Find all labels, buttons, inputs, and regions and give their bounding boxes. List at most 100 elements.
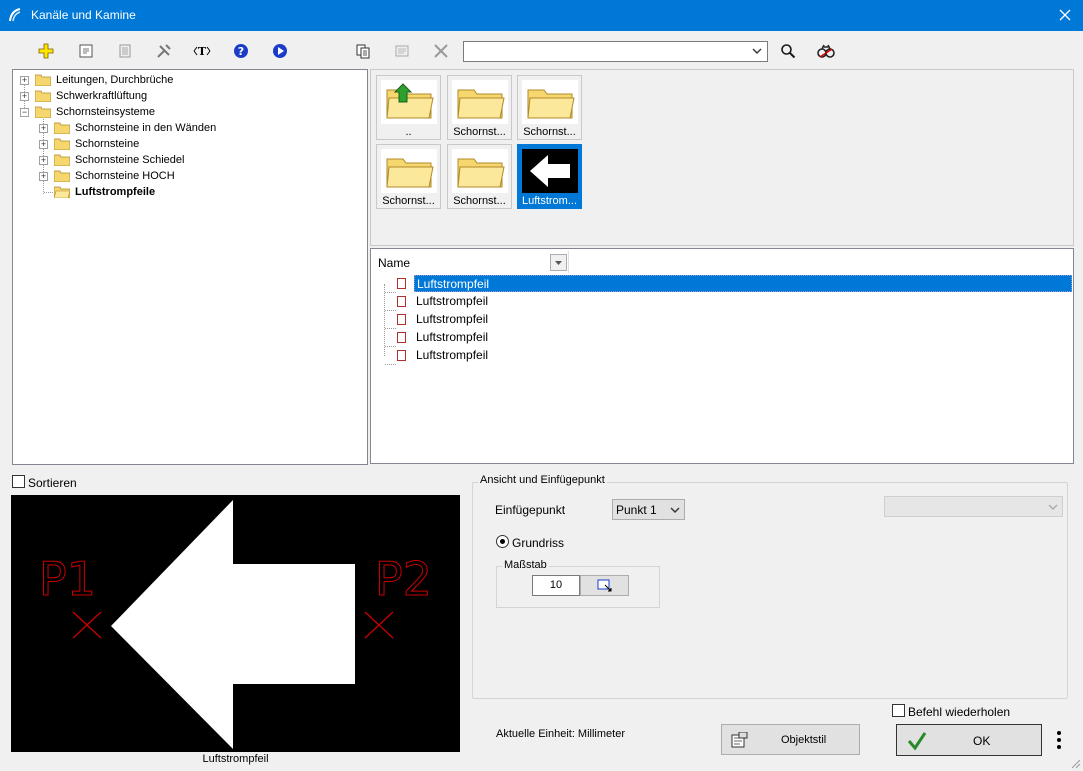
sort-label: Sortieren <box>28 476 77 490</box>
copy-icon <box>356 44 370 59</box>
preview-caption: Luftstrompfeil <box>202 753 269 765</box>
thumbnail <box>452 149 508 193</box>
list-item[interactable]: Luftstrompfeil <box>414 347 488 364</box>
p2-label: P2 <box>375 552 432 606</box>
expand-toggle[interactable]: + <box>39 124 48 133</box>
properties-button[interactable] <box>75 40 97 62</box>
expand-toggle[interactable]: + <box>39 156 48 165</box>
collapse-toggle[interactable]: − <box>20 108 29 117</box>
marker-p2 <box>364 611 394 639</box>
folder-open-icon <box>35 106 51 118</box>
folder-icon <box>54 122 70 134</box>
svg-text:T: T <box>198 45 207 58</box>
folder-up-icon <box>386 83 434 119</box>
more-options-button[interactable] <box>1048 725 1070 755</box>
unit-text: Aktuelle Einheit: Millimeter <box>496 728 625 740</box>
text-icon: T <box>193 45 211 58</box>
tile-folder[interactable]: Schornst... <box>447 144 512 209</box>
item-icon <box>397 278 406 289</box>
list-item[interactable]: Luftstrompfeil <box>414 329 488 346</box>
copy-button[interactable] <box>352 40 374 62</box>
view-group-title: Ansicht und Einfügepunkt <box>478 474 607 486</box>
list-button[interactable] <box>114 40 136 62</box>
search-button[interactable] <box>777 40 799 62</box>
resize-grip-icon[interactable] <box>1069 757 1081 769</box>
thumbnail <box>522 80 578 124</box>
thumbnail <box>522 149 578 193</box>
folder-tree[interactable]: + Leitungen, Durchbrüche + Schwerkraftlü… <box>12 69 368 465</box>
delete-button[interactable] <box>430 40 452 62</box>
scale-pick-button[interactable] <box>580 575 629 596</box>
checkmark-icon <box>907 732 927 751</box>
object-style-label: Objektstil <box>781 734 827 746</box>
column-sort-button[interactable] <box>550 254 567 271</box>
tile-up[interactable]: .. <box>376 75 441 140</box>
item-icon <box>397 314 406 325</box>
chevron-down-icon <box>1048 504 1058 510</box>
find-button[interactable] <box>815 40 837 62</box>
tree-item-waenden[interactable]: Schornsteine in den Wänden <box>75 120 216 136</box>
tile-folder[interactable]: Schornst... <box>376 144 441 209</box>
close-icon <box>1059 9 1071 21</box>
folder-icon <box>35 74 51 86</box>
thumbnail <box>381 80 437 124</box>
ok-button[interactable]: OK <box>896 724 1042 756</box>
expand-toggle[interactable]: + <box>20 92 29 101</box>
scale-input[interactable]: 10 <box>532 575 580 596</box>
ground-radio[interactable] <box>496 535 509 548</box>
list-item[interactable]: Luftstrompfeil <box>414 311 488 328</box>
sort-checkbox[interactable] <box>12 475 25 488</box>
new-button[interactable] <box>35 40 57 62</box>
tile-label: Schornst... <box>453 126 506 138</box>
help-button[interactable]: ? <box>230 40 252 62</box>
tree-item-schiedel[interactable]: Schornsteine Schiedel <box>75 152 184 168</box>
object-style-icon <box>731 732 748 748</box>
tree-item-luftstrompfeile[interactable]: Luftstrompfeile <box>75 184 155 200</box>
thumbnail <box>452 80 508 124</box>
expand-toggle[interactable]: + <box>20 76 29 85</box>
insert-point-select[interactable]: Punkt 1 <box>612 499 685 520</box>
tile-folder[interactable]: Schornst... <box>447 75 512 140</box>
expand-toggle[interactable]: + <box>39 140 48 149</box>
tree-item-schornsteine[interactable]: Schornsteine <box>75 136 139 152</box>
text-button[interactable]: T <box>191 40 213 62</box>
tools-icon <box>157 44 171 58</box>
chevron-down-icon <box>555 261 562 265</box>
object-style-button[interactable]: Objektstil <box>721 724 860 755</box>
document-icon <box>119 44 131 58</box>
folder-icon <box>457 158 505 188</box>
secondary-select[interactable] <box>884 496 1063 517</box>
tree-item-schwerkraft[interactable]: Schwerkraftlüftung <box>56 88 147 104</box>
expand-toggle[interactable]: + <box>39 172 48 181</box>
search-combobox[interactable] <box>463 41 768 62</box>
tile-label: Luftstrom... <box>521 195 578 207</box>
edit-icon <box>395 45 409 57</box>
tree-item-schornsteinsysteme[interactable]: Schornsteinsysteme <box>56 104 155 120</box>
tree-item-leitungen[interactable]: Leitungen, Durchbrüche <box>56 72 173 88</box>
edit-button[interactable] <box>391 40 413 62</box>
tile-folder[interactable]: Schornst... <box>517 75 582 140</box>
close-button[interactable] <box>1050 3 1080 28</box>
list-item-selected[interactable]: Luftstrompfeil <box>414 275 1072 292</box>
scale-title: Maßstab <box>502 559 549 571</box>
window-title: Kanäle und Kamine <box>31 8 136 22</box>
chevron-down-icon <box>752 48 762 54</box>
thumbnail <box>381 149 437 193</box>
more-vertical-icon <box>1057 731 1061 749</box>
thumbnail-panel: .. Schornst... Schornst... Schornst... S… <box>370 69 1074 246</box>
chevron-down-icon <box>670 507 680 513</box>
tile-label: .. <box>405 126 412 138</box>
play-button[interactable] <box>269 40 291 62</box>
insert-point-value: Punkt 1 <box>616 503 657 517</box>
item-icon <box>397 350 406 361</box>
play-icon <box>273 44 287 58</box>
repeat-command-checkbox[interactable] <box>892 704 905 717</box>
list-item[interactable]: Luftstrompfeil <box>414 293 488 310</box>
properties-icon <box>79 44 93 58</box>
tile-luftstrom-selected[interactable]: Luftstrom... <box>517 144 582 209</box>
tools-button[interactable] <box>153 40 175 62</box>
folder-icon <box>54 170 70 182</box>
tree-item-hoch[interactable]: Schornsteine HOCH <box>75 168 175 184</box>
column-header-name[interactable]: Name <box>373 251 569 273</box>
delete-icon <box>434 44 448 58</box>
